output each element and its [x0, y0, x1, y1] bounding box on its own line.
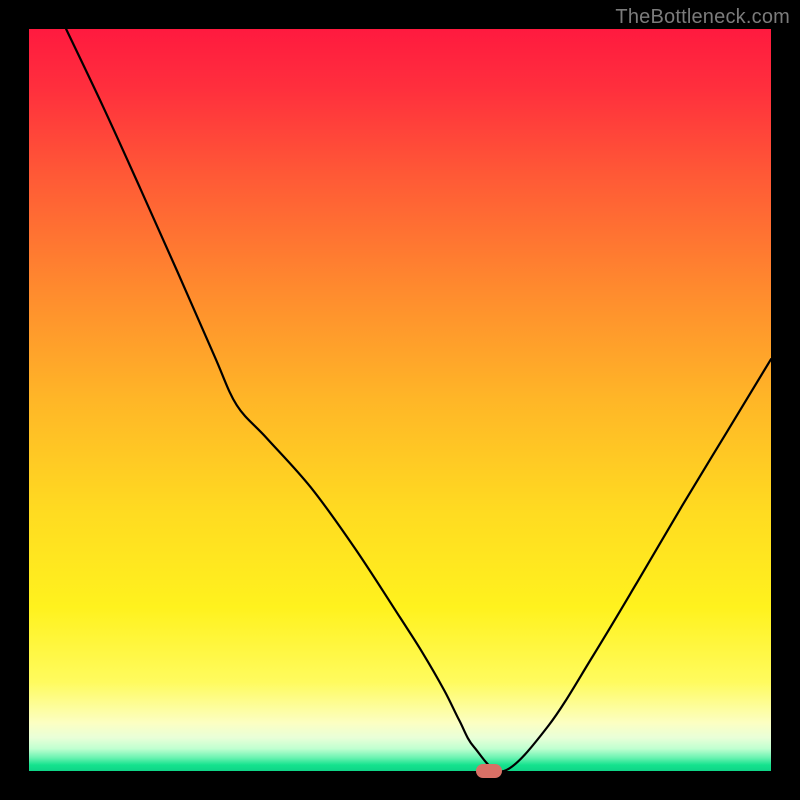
bottleneck-curve — [29, 29, 771, 771]
minimum-marker — [476, 764, 502, 778]
chart-plot-area — [29, 29, 771, 771]
watermark-text: TheBottleneck.com — [615, 6, 790, 29]
